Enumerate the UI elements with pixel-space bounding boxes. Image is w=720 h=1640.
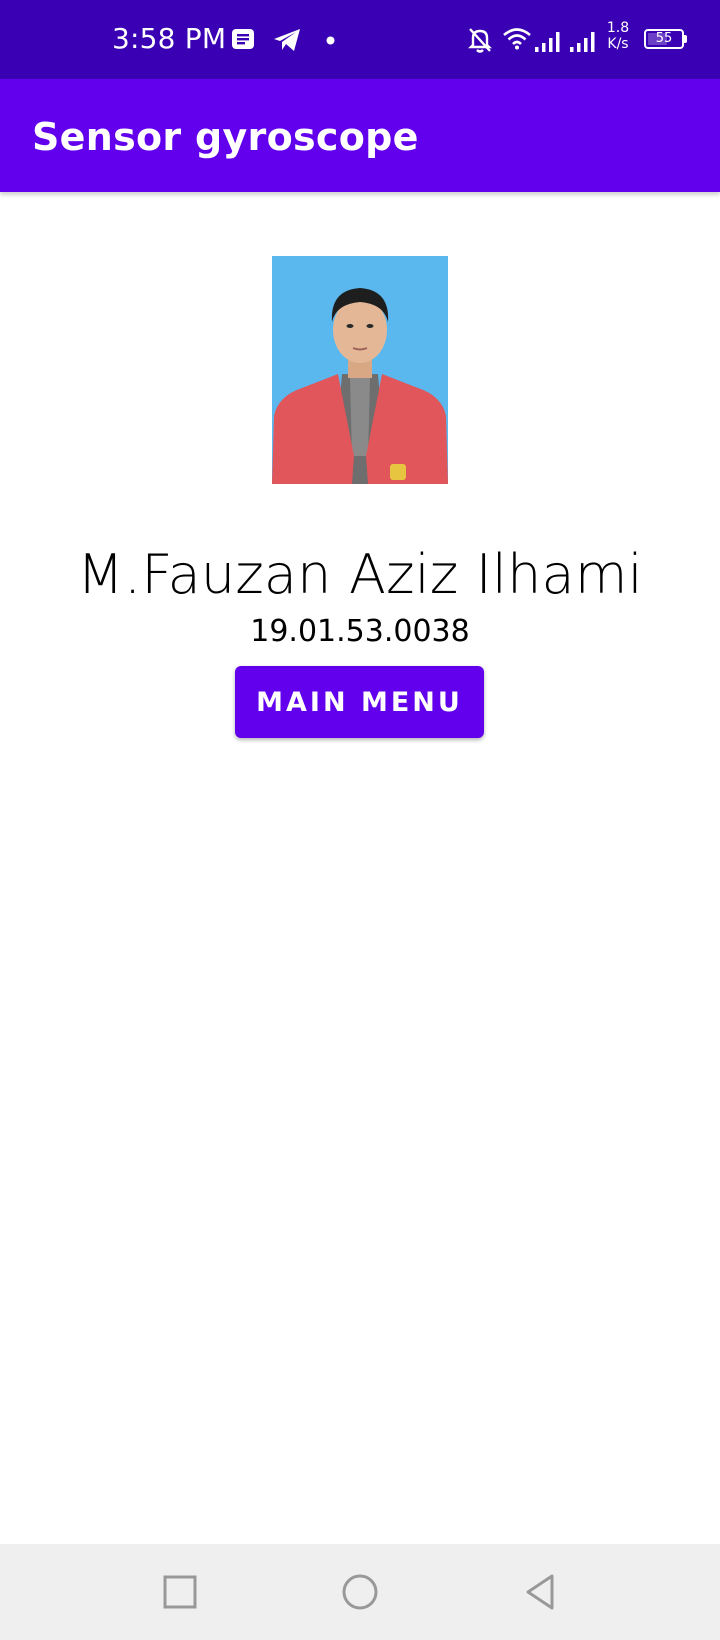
bell-off-icon [468,28,492,53]
main-menu-button[interactable]: MAIN MENU [235,666,484,738]
profile-photo [272,256,448,484]
signal-icon [535,32,560,52]
home-icon[interactable] [334,1566,386,1618]
navigation-bar [0,1544,720,1640]
dot-icon [326,36,335,45]
battery-level: 55 [655,31,673,46]
back-icon[interactable] [514,1566,566,1618]
net-speed-unit: K/s [607,36,629,52]
battery-icon: 55 [644,29,684,49]
net-speed: 1.8 K/s [602,20,634,52]
status-time: 3:58 PM [112,22,227,55]
profile-nim: 19.01.53.0038 [250,614,470,649]
app-bar: Sensor gyroscope [0,79,720,192]
message-icon [232,29,254,49]
telegram-icon [274,29,300,51]
profile-name: M.Fauzan Aziz Ilhami [77,543,643,606]
signal-icon [570,32,595,52]
recent-apps-icon[interactable] [154,1566,206,1618]
net-speed-value: 1.8 [606,20,630,36]
wifi-icon [503,28,531,50]
status-bar: 3:58 PM 1.8 K/s 55 [0,0,720,79]
app-title: Sensor gyroscope [32,115,419,159]
